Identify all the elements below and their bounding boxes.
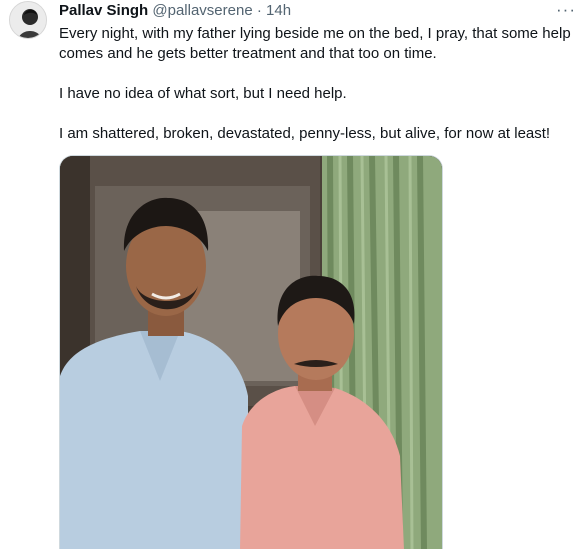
- tweet-time[interactable]: 14h: [266, 2, 291, 19]
- avatar[interactable]: [9, 1, 47, 39]
- tweet-photo[interactable]: [59, 155, 443, 549]
- avatar-image: [10, 2, 46, 38]
- tweet-header: Pallav Singh @pallavserene · 14h: [59, 2, 291, 20]
- author-handle[interactable]: @pallavserene: [152, 2, 252, 19]
- tweet-text: Every night, with my father lying beside…: [59, 24, 574, 144]
- more-options-icon[interactable]: ···: [556, 0, 576, 20]
- tweet: Pallav Singh @pallavserene · 14h ··· Eve…: [0, 0, 585, 549]
- author-name[interactable]: Pallav Singh: [59, 2, 148, 19]
- tweet-paragraph-1: Every night, with my father lying beside…: [59, 25, 571, 62]
- tweet-paragraph-2: I have no idea of what sort, but I need …: [59, 85, 347, 102]
- tweet-paragraph-3: I am shattered, broken, devastated, penn…: [59, 125, 551, 142]
- photo-image: [60, 156, 442, 549]
- separator-dot: ·: [256, 2, 262, 19]
